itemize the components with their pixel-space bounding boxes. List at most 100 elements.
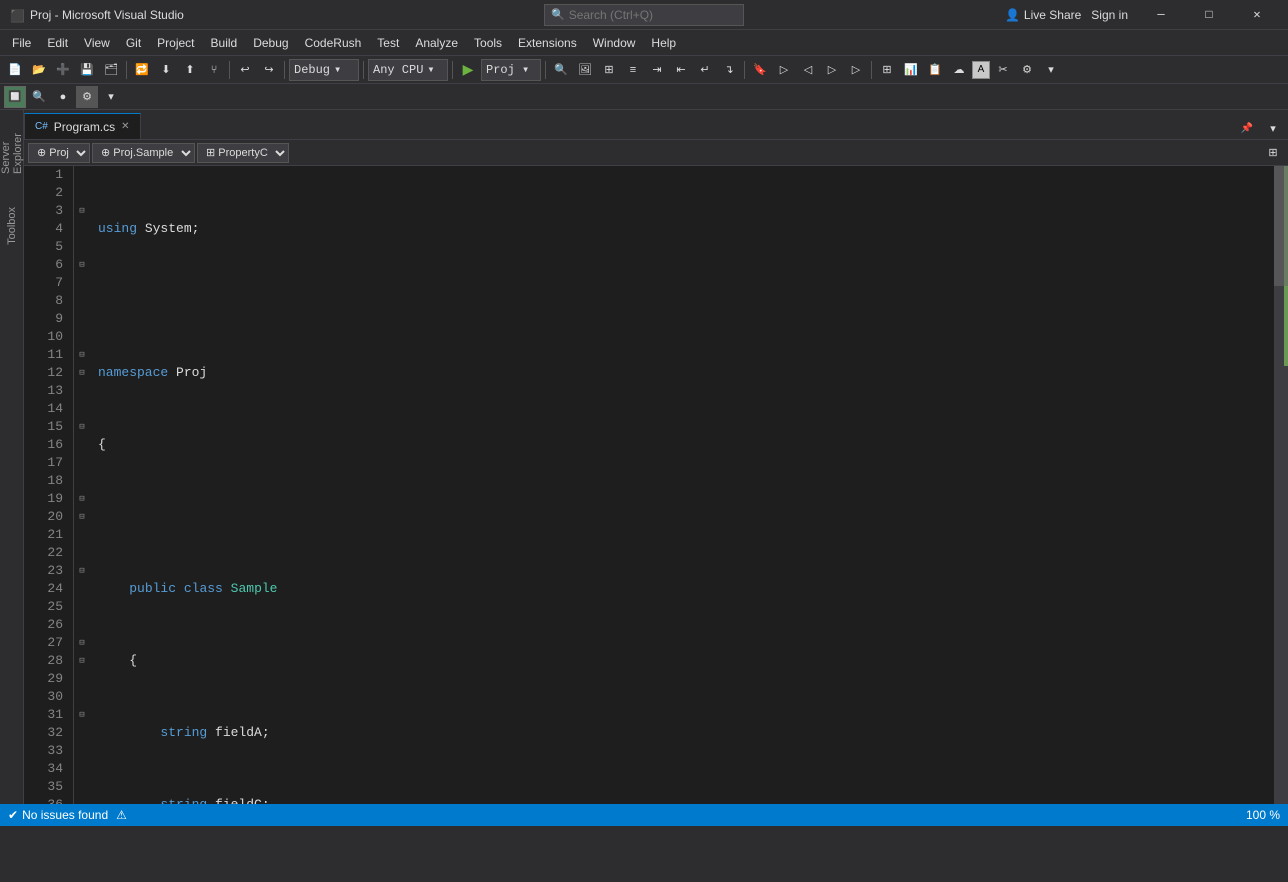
sql-btn[interactable]: 📊 [900, 59, 922, 81]
minimize-button[interactable]: ─ [1138, 0, 1184, 30]
tb2-btn1[interactable]: 🔲 [4, 86, 26, 108]
code-content[interactable]: using System; namespace Proj { public cl… [90, 166, 1274, 804]
bp2-btn[interactable]: ▷ [821, 59, 843, 81]
tb2-btn5[interactable]: ▾ [100, 86, 122, 108]
right-scrollbar[interactable] [1274, 166, 1288, 804]
nav-expand-btn[interactable]: ⊞ [1262, 142, 1284, 164]
pull-btn[interactable]: ⬇ [155, 59, 177, 81]
git-btn[interactable]: ⑂ [203, 59, 225, 81]
outdent-btn[interactable]: ⇤ [670, 59, 692, 81]
tab-program-cs[interactable]: C# Program.cs ✕ [24, 113, 141, 139]
svg-text:⬛: ⬛ [10, 9, 24, 23]
menu-debug[interactable]: Debug [245, 30, 296, 55]
fold-propC[interactable]: ⊟ [74, 490, 90, 508]
server-explorer-tab[interactable]: Server Explorer [2, 114, 22, 174]
menu-analyze[interactable]: Analyze [407, 30, 466, 55]
tb2-btn4[interactable]: ⚙ [76, 86, 98, 108]
live-share-button[interactable]: 👤 Live Share [1005, 8, 1081, 22]
bookmark2-btn[interactable]: ▷ [773, 59, 795, 81]
close-button[interactable]: ✕ [1234, 0, 1280, 30]
add-btn[interactable]: ➕ [52, 59, 74, 81]
open-btn[interactable]: 📂 [28, 59, 50, 81]
save-all-btn[interactable]: 🗂 [100, 59, 122, 81]
undo-btn[interactable]: ↩ [234, 59, 256, 81]
code-line-8: string fieldA; [98, 724, 1266, 742]
settings2-btn[interactable]: ▾ [1040, 59, 1062, 81]
menu-coderush[interactable]: CodeRush [297, 30, 370, 55]
sep6 [545, 61, 546, 79]
perf-btn[interactable]: ⊞ [876, 59, 898, 81]
new-project-btn[interactable]: 📄 [4, 59, 26, 81]
menu-tools[interactable]: Tools [466, 30, 510, 55]
bp3-btn[interactable]: ▷ [845, 59, 867, 81]
pin-tab-btn[interactable]: 📌 [1236, 117, 1258, 139]
fold-propC-set[interactable]: ⊟ [74, 562, 90, 580]
refactor-btn[interactable]: ✂ [992, 59, 1014, 81]
wrap-btn[interactable]: ↵ [694, 59, 716, 81]
search-box[interactable]: 🔍 [544, 4, 744, 26]
wrap2-btn[interactable]: ↴ [718, 59, 740, 81]
class-selector[interactable]: ⊕ Proj.Sample [92, 143, 195, 163]
format-btn[interactable]: ≡ [622, 59, 644, 81]
error-list-icon[interactable]: ⚠ [116, 808, 127, 822]
tb2-btn2[interactable]: 🔍 [28, 86, 50, 108]
save-btn[interactable]: 💾 [76, 59, 98, 81]
menu-build[interactable]: Build [203, 30, 246, 55]
left-sidebar: Server Explorer Toolbox [0, 110, 24, 804]
indent-btn[interactable]: ⇥ [646, 59, 668, 81]
tab-close-icon[interactable]: ✕ [121, 121, 129, 132]
fold-propB[interactable]: ⊟ [74, 634, 90, 652]
bp-btn[interactable]: ◁ [797, 59, 819, 81]
redo-btn[interactable]: ↪ [258, 59, 280, 81]
code-editor[interactable]: 1 2 3 4 5 6 7 8 9 10 11 12 13 14 15 16 1… [24, 166, 1288, 804]
app-icon: ⬛ [8, 7, 24, 23]
scope-selector[interactable]: ⊕ Proj [28, 143, 90, 163]
img-btn[interactable]: 🖼 [574, 59, 596, 81]
settings-btn[interactable]: ⚙ [1016, 59, 1038, 81]
font-btn[interactable]: A [972, 61, 990, 79]
cpu-config-dropdown[interactable]: Any CPU ▾ [368, 59, 448, 81]
zoom-level[interactable]: 100 % [1246, 808, 1280, 822]
member-selector[interactable]: ⊞ PropertyC [197, 143, 289, 163]
menu-git[interactable]: Git [118, 30, 149, 55]
diag-btn[interactable]: 📋 [924, 59, 946, 81]
tab-list-btn[interactable]: ▾ [1262, 117, 1284, 139]
sign-in-button[interactable]: Sign in [1091, 8, 1128, 22]
sep4 [363, 61, 364, 79]
bookmark-btn[interactable]: 🔖 [749, 59, 771, 81]
tb2-btn3[interactable]: ● [52, 86, 74, 108]
status-ok-icon: ✔ [8, 808, 18, 822]
fold-propA-get[interactable]: ⊟ [74, 364, 90, 382]
nav-bar: ⊕ Proj ⊕ Proj.Sample ⊞ PropertyC ⊞ [24, 140, 1288, 166]
toolbox-tab[interactable]: Toolbox [2, 196, 22, 256]
fold-propA[interactable]: ⊟ [74, 346, 90, 364]
fold-class[interactable]: ⊟ [74, 256, 90, 274]
fold-propB-get[interactable]: ⊟ [74, 652, 90, 670]
run-btn[interactable]: ▶ [457, 59, 479, 81]
fold-propC-get[interactable]: ⊟ [74, 508, 90, 526]
menu-help[interactable]: Help [643, 30, 684, 55]
menu-file[interactable]: File [4, 30, 39, 55]
debug-config-dropdown[interactable]: Debug ▾ [289, 59, 359, 81]
project-dropdown[interactable]: Proj ▾ [481, 59, 541, 81]
fold-propA-set[interactable]: ⊟ [74, 418, 90, 436]
menu-view[interactable]: View [76, 30, 118, 55]
restore-button[interactable]: □ [1186, 0, 1232, 30]
source-ctrl-btn[interactable]: 🔁 [131, 59, 153, 81]
fold-ns[interactable]: ⊟ [74, 202, 90, 220]
menu-edit[interactable]: Edit [39, 30, 76, 55]
fold-3[interactable] [74, 166, 90, 184]
search-toolbar-btn[interactable]: 🔍 [550, 59, 572, 81]
menu-window[interactable]: Window [585, 30, 644, 55]
az-btn[interactable]: ☁ [948, 59, 970, 81]
menu-extensions[interactable]: Extensions [510, 30, 585, 55]
sep5 [452, 61, 453, 79]
search-input[interactable] [569, 8, 709, 22]
fold-propB-set[interactable]: ⊟ [74, 706, 90, 724]
code-line-1: using System; [98, 220, 1266, 238]
push-btn[interactable]: ⬆ [179, 59, 201, 81]
menu-test[interactable]: Test [369, 30, 407, 55]
toolbar2: 🔲 🔍 ● ⚙ ▾ [0, 84, 1288, 110]
menu-project[interactable]: Project [149, 30, 202, 55]
grid-btn[interactable]: ⊞ [598, 59, 620, 81]
